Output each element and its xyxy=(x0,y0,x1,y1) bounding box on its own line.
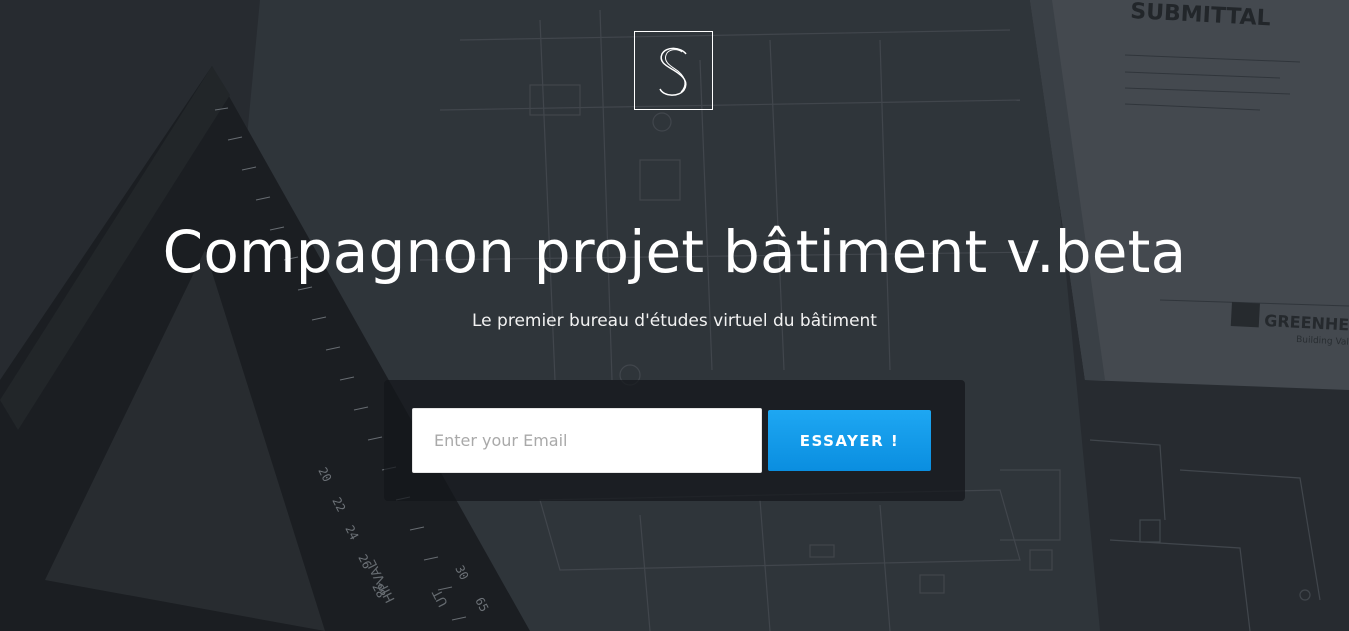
s-monogram-icon xyxy=(658,47,687,96)
page-subtitle: Le premier bureau d'études virtuel du bâ… xyxy=(472,311,877,331)
page-title: Compagnon projet bâtiment v.beta xyxy=(162,218,1187,286)
brand-logo[interactable] xyxy=(634,31,713,110)
email-input[interactable] xyxy=(412,408,762,473)
try-button[interactable]: ESSAYER ! xyxy=(768,410,931,471)
